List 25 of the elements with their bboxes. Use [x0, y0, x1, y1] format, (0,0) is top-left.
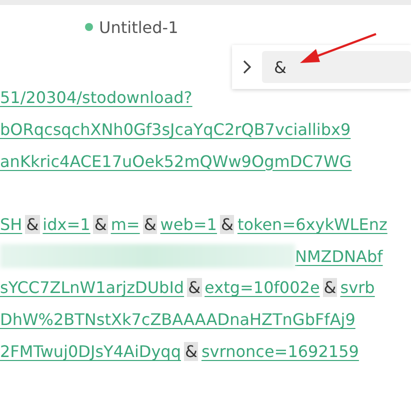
url-text[interactable]: idx=1	[42, 215, 90, 234]
url-text[interactable]: 2FMTwuj0DJsY4AiDyqq	[0, 342, 181, 361]
url-text[interactable]: NMZDNAbf	[295, 246, 383, 266]
search-match: &	[187, 278, 202, 298]
url-text[interactable]: bORqcsqchXNh0Gf3sJcaYqC2rQB7vciallibx9	[0, 120, 351, 140]
url-text[interactable]: svrnonce=1692159	[201, 342, 359, 361]
search-match: &	[322, 278, 338, 298]
editor-tab[interactable]: Untitled-1	[99, 18, 178, 36]
search-match: &	[184, 342, 198, 361]
url-text[interactable]: token=6xykWLEnz	[237, 215, 388, 234]
url-text[interactable]: anKkric4ACE17uOek52mQWw9OgmDC7WG	[0, 152, 352, 171]
url-text[interactable]: m=	[110, 215, 140, 234]
search-match: &	[93, 215, 108, 234]
url-text[interactable]: 51/20304/stodownload?	[0, 88, 192, 108]
search-match: &	[220, 215, 234, 234]
search-match: &	[142, 215, 158, 234]
url-text[interactable]: extg=10f002e	[204, 278, 320, 298]
url-text[interactable]: svrb	[340, 278, 375, 298]
url-text[interactable]: DhW%2BTNstXk7cZBAAAADnaHZTnGbFfAj9	[0, 310, 356, 330]
url-text[interactable]: SH	[0, 215, 22, 234]
chevron-icon[interactable]	[242, 60, 252, 74]
url-text[interactable]: sYCC7ZLnW1arjzDUbId	[0, 278, 184, 298]
url-text[interactable]: web=1	[160, 215, 217, 234]
find-input[interactable]: &	[262, 51, 411, 83]
search-match: &	[25, 215, 40, 234]
